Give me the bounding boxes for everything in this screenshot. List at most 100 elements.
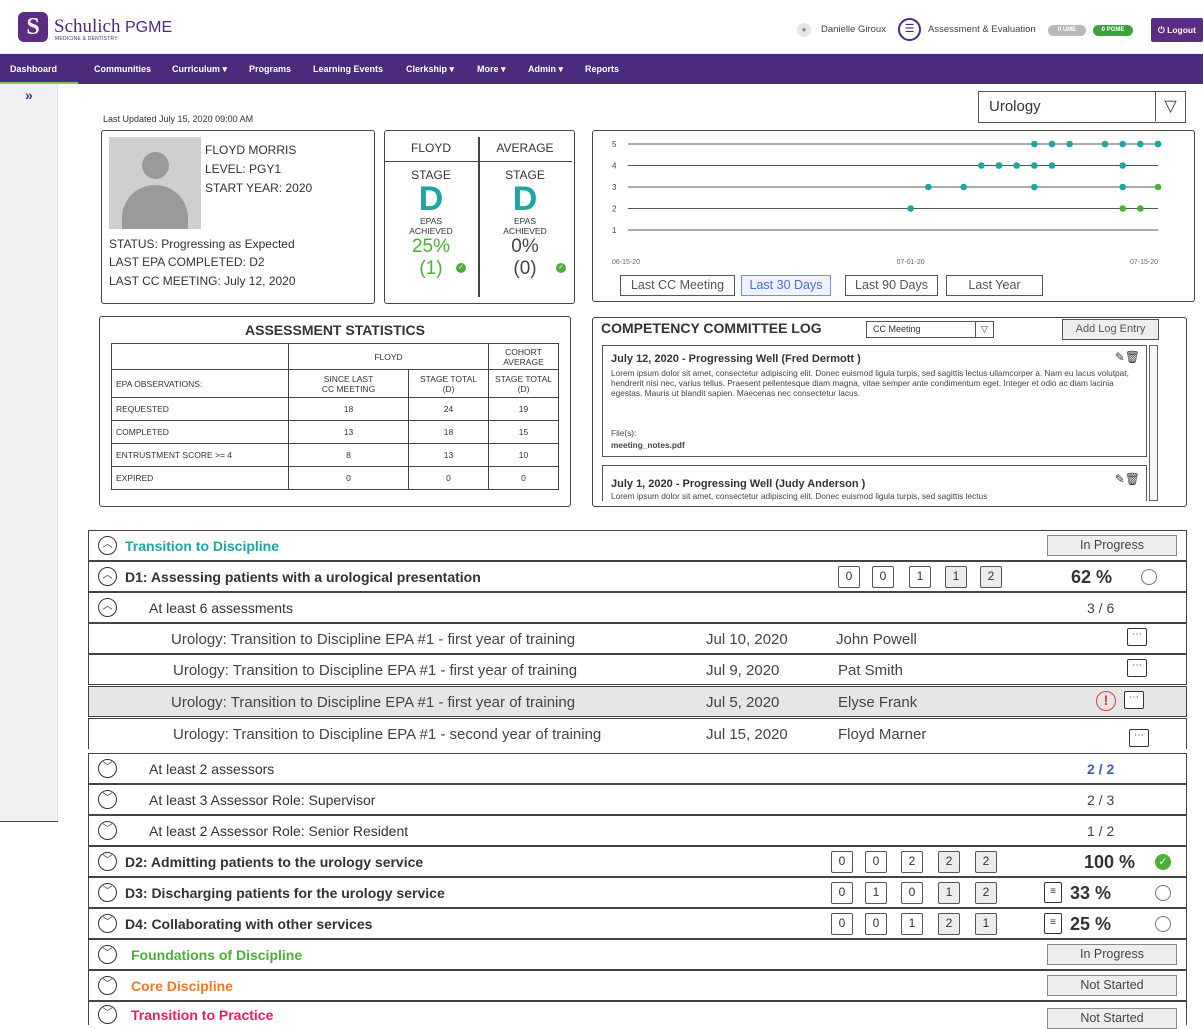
stage-value: 24 <box>408 397 489 421</box>
assessment-title: Urology: Transition to Discipline EPA #1… <box>171 631 576 648</box>
stage-row-core-discipline[interactable]: ﹀ Core Discipline Not Started <box>88 970 1187 1001</box>
stage-status-badge[interactable]: In Progress <box>1047 535 1177 556</box>
chevron-down-icon[interactable]: ﹀ <box>98 821 117 840</box>
chevron-down-icon[interactable]: ﹀ <box>98 883 117 902</box>
requirement-row[interactable]: ﹀ At least 3 Assessor Role: Supervisor 2… <box>88 784 1187 815</box>
stage-title: Transition to Practice <box>131 1007 274 1023</box>
chevron-down-icon[interactable]: ▽ <box>1155 92 1185 121</box>
nav-item-learning-events[interactable]: Learning Events <box>313 64 383 74</box>
resident-status: STATUS: Progressing as Expected <box>109 237 295 251</box>
col-stage-2: (D) <box>442 383 455 394</box>
y-tick-label: 4 <box>612 162 617 171</box>
chevron-up-icon[interactable]: ︿ <box>98 536 117 555</box>
epa-complete-radio[interactable] <box>1155 885 1171 901</box>
requirement-row[interactable]: ︿ At least 6 assessments 3 / 6 <box>88 592 1187 623</box>
table-row: EXPIRED 0 0 0 <box>111 466 559 490</box>
assessment-row[interactable]: Urology: Transition to Discipline EPA #1… <box>88 623 1187 654</box>
log-scrollbar[interactable] <box>1149 345 1158 501</box>
score-box: 1 <box>865 882 887 904</box>
epa-row-d3[interactable]: ﹀ D3: Discharging patients for the urolo… <box>88 877 1187 908</box>
comment-icon[interactable]: ⋯ <box>1124 691 1144 709</box>
comment-icon[interactable]: ⋯ <box>1127 659 1147 677</box>
x-tick-label: 07-01-20 <box>897 259 925 266</box>
epa-complete-radio[interactable] <box>1155 916 1171 932</box>
edit-icon[interactable]: ✎ <box>1115 350 1125 364</box>
list-icon[interactable]: ☰ <box>898 18 921 41</box>
stage-status-badge[interactable]: Not Started <box>1047 1008 1177 1029</box>
check-circle-icon[interactable]: ✓ <box>1155 854 1171 870</box>
sidebar-expand-icon[interactable]: » <box>25 87 33 103</box>
clipboard-icon[interactable]: ≡ <box>1044 913 1062 934</box>
comment-icon[interactable]: ⋯ <box>1129 729 1149 747</box>
chevron-down-icon[interactable]: ﹀ <box>98 852 117 871</box>
nav-item-admin[interactable]: Admin ▾ <box>528 64 563 75</box>
trash-icon[interactable]: 🗑 <box>1125 350 1140 364</box>
epa-row-d4[interactable]: ﹀ D4: Collaborating with other services … <box>88 908 1187 939</box>
col-cohort-2: (D) <box>517 383 530 394</box>
score-box: 2 <box>980 566 1002 588</box>
log-entry-heading: July 1, 2020 - Progressing Well (Judy An… <box>611 478 866 490</box>
nav-item-clerkship[interactable]: Clerkship ▾ <box>406 64 454 75</box>
epa-complete-radio[interactable] <box>1141 569 1157 585</box>
trash-icon[interactable]: 🗑 <box>1125 472 1140 486</box>
add-log-entry-button[interactable]: Add Log Entry <box>1062 319 1159 340</box>
last-updated-text: Last Updated July 15, 2020 09:00 AM <box>103 114 254 124</box>
cohort-value: 19 <box>488 397 559 421</box>
requirement-title: At least 6 assessments <box>149 600 293 616</box>
chevron-down-icon[interactable]: ﹀ <box>98 790 117 809</box>
chevron-down-icon[interactable]: ﹀ <box>98 914 117 933</box>
chevron-down-icon[interactable]: ﹀ <box>98 1005 117 1024</box>
nav-item-more[interactable]: More ▾ <box>477 64 506 75</box>
comment-icon[interactable]: ⋯ <box>1127 628 1147 646</box>
chevron-down-icon[interactable]: ﹀ <box>98 976 117 995</box>
chevron-up-icon[interactable]: ︿ <box>98 598 117 617</box>
resident-start-year: START YEAR: 2020 <box>205 181 313 195</box>
avatar-head-shape <box>142 152 169 179</box>
stage-row-transition-to-practice[interactable]: ﹀ Transition to Practice Not Started <box>88 1001 1187 1029</box>
assessment-row[interactable]: Urology: Transition to Discipline EPA #1… <box>88 718 1187 749</box>
requirement-row[interactable]: ﹀ At least 2 assessors 2 / 2 <box>88 753 1187 784</box>
range-last-year-button[interactable]: Last Year <box>946 275 1043 296</box>
stage-row-transition-to-discipline[interactable]: ︿ Transition to Discipline In Progress <box>88 530 1187 561</box>
nav-item-programs[interactable]: Programs <box>249 64 291 74</box>
log-entry-file-link[interactable]: meeting_notes.pdf <box>611 440 1141 450</box>
user-avatar-icon[interactable]: ● <box>797 23 811 37</box>
assessment-row[interactable]: Urology: Transition to Discipline EPA #1… <box>88 686 1187 717</box>
clipboard-icon[interactable]: ≡ <box>1044 882 1062 903</box>
range-last-cc-meeting-button[interactable]: Last CC Meeting <box>620 275 735 296</box>
assessment-date: Jul 9, 2020 <box>706 662 780 679</box>
log-filter-select[interactable]: CC Meeting ▽ <box>866 321 994 338</box>
nav-item-curriculum[interactable]: Curriculum ▾ <box>172 64 227 75</box>
nav-item-dashboard[interactable]: Dashboard <box>10 64 57 74</box>
col-since-1: SINCE LAST <box>323 373 374 384</box>
stage-status-badge[interactable]: In Progress <box>1047 944 1177 965</box>
score-box: 1 <box>938 882 960 904</box>
chevron-down-icon[interactable]: ▽ <box>975 322 993 337</box>
nav-item-reports[interactable]: Reports <box>585 64 619 74</box>
schulich-logo-icon[interactable]: S <box>18 12 48 42</box>
epa-row-d2[interactable]: ﹀ D2: Admitting patients to the urology … <box>88 846 1187 877</box>
program-select[interactable]: Urology ▽ <box>978 91 1186 123</box>
average-stage-letter: D <box>512 180 538 218</box>
ume-badge[interactable]: 0 UME <box>1048 25 1086 36</box>
chevron-up-icon[interactable]: ︿ <box>98 567 117 586</box>
assessment-evaluation-link[interactable]: Assessment & Evaluation <box>928 24 1036 35</box>
warning-icon[interactable]: ! <box>1096 691 1116 711</box>
chevron-down-icon[interactable]: ﹀ <box>98 759 117 778</box>
nav-item-communities[interactable]: Communities <box>94 64 151 74</box>
assessment-row[interactable]: Urology: Transition to Discipline EPA #1… <box>88 654 1187 685</box>
range-last-90-days-button[interactable]: Last 90 Days <box>845 275 938 296</box>
stage-row-foundations-of-discipline[interactable]: ﹀ Foundations of Discipline In Progress <box>88 939 1187 970</box>
user-name-link[interactable]: Danielle Giroux <box>821 24 886 35</box>
program-select-value: Urology <box>989 98 1041 115</box>
requirement-row[interactable]: ﹀ At least 2 Assessor Role: Senior Resid… <box>88 815 1187 846</box>
avatar <box>109 137 201 229</box>
data-point <box>1154 183 1162 191</box>
logout-button[interactable]: ⏻ Logout <box>1151 18 1203 42</box>
epa-row-d1[interactable]: ︿ D1: Assessing patients with a urologic… <box>88 561 1187 592</box>
range-last-30-days-button[interactable]: Last 30 Days <box>741 275 831 296</box>
stage-status-badge[interactable]: Not Started <box>1047 975 1177 996</box>
chevron-down-icon[interactable]: ﹀ <box>98 945 117 964</box>
edit-icon[interactable]: ✎ <box>1115 472 1125 486</box>
pgme-badge[interactable]: 0 PGME <box>1093 25 1133 36</box>
